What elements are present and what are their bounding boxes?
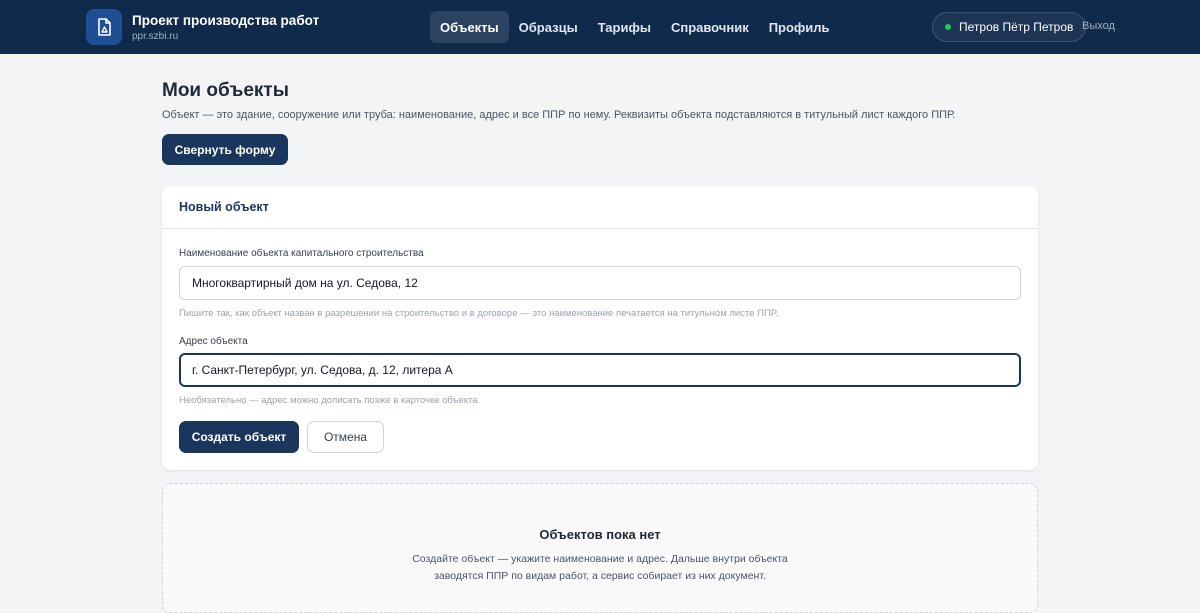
document-icon bbox=[86, 9, 122, 45]
top-navbar: Проект производства работ ppr.szbi.ru Об… bbox=[0, 0, 1200, 54]
nav-samples[interactable]: Образцы bbox=[509, 11, 588, 43]
form-title: Новый объект bbox=[162, 186, 1038, 229]
empty-state-line-2: заводятся ППР по видам работ, а сервис с… bbox=[434, 570, 766, 582]
create-object-button[interactable]: Создать объект bbox=[179, 421, 299, 453]
brand[interactable]: Проект производства работ ppr.szbi.ru bbox=[86, 9, 319, 45]
empty-state-title: Объектов пока нет bbox=[539, 527, 661, 542]
empty-state-line-1: Создайте объект — укажите наименование и… bbox=[412, 553, 788, 565]
app-subtitle: ppr.szbi.ru bbox=[132, 30, 179, 42]
online-status-icon bbox=[945, 24, 951, 30]
empty-state: Объектов пока нет Создайте объект — укаж… bbox=[162, 483, 1038, 613]
object-address-input[interactable]: г. Санкт-Петербург, ул. Седова, д. 12, л… bbox=[179, 353, 1021, 387]
new-object-form: Новый объект Наименование объекта капита… bbox=[162, 186, 1038, 470]
app-title: Проект производства работ bbox=[132, 12, 320, 28]
page-description: Объект — это здание, сооружение или труб… bbox=[162, 109, 956, 121]
cancel-button[interactable]: Отмена bbox=[307, 421, 384, 453]
user-menu[interactable]: Петров Пётр Петров bbox=[932, 12, 1087, 42]
user-name: Петров Пётр Петров bbox=[959, 20, 1074, 34]
address-label: Адрес объекта bbox=[179, 336, 248, 347]
nav-objects[interactable]: Объекты bbox=[430, 11, 509, 43]
logout-link[interactable]: Выход bbox=[1082, 20, 1115, 32]
nav-tariffs[interactable]: Тарифы bbox=[588, 11, 661, 43]
page-title: Мои объекты bbox=[162, 80, 289, 101]
nav-profile[interactable]: Профиль bbox=[759, 11, 840, 43]
name-hint: Пишите так, как объект назван в разрешен… bbox=[179, 308, 778, 319]
object-name-input[interactable]: Многоквартирный дом на ул. Седова, 12 bbox=[179, 266, 1021, 300]
empty-state-text: Создайте объект — укажите наименование и… bbox=[163, 551, 1037, 585]
nav-reference[interactable]: Справочник bbox=[661, 11, 759, 43]
name-label: Наименование объекта капитального строит… bbox=[179, 248, 424, 259]
collapse-form-button[interactable]: Свернуть форму bbox=[162, 134, 288, 165]
address-hint: Необязательно — адрес можно дописать поз… bbox=[179, 395, 481, 406]
main-nav: Объекты Образцы Тарифы Справочник Профил… bbox=[430, 11, 840, 43]
